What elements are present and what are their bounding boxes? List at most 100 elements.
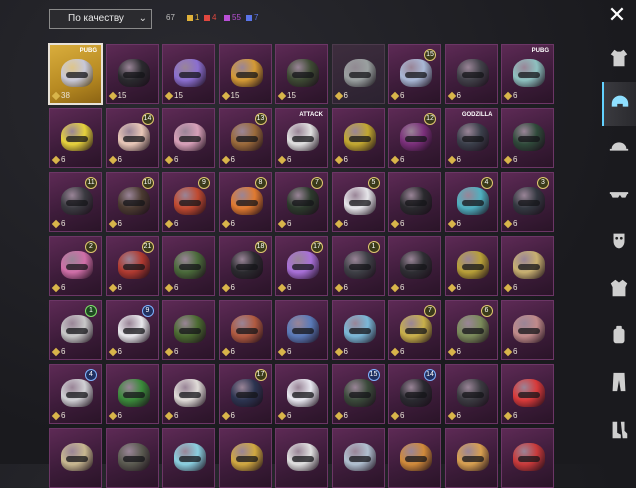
- helmet-item[interactable]: 46: [444, 172, 498, 232]
- helmet-item[interactable]: 6: [105, 364, 159, 424]
- gem-icon: [164, 283, 174, 292]
- item-level: 6: [108, 411, 122, 420]
- helmet-item[interactable]: ATTACK 6: [275, 108, 328, 168]
- helmet-item[interactable]: 16: [49, 300, 102, 360]
- helmet-item[interactable]: 11 6: [49, 172, 102, 232]
- helmet-item[interactable]: 15 6: [388, 44, 441, 104]
- helmet-item[interactable]: [444, 428, 498, 488]
- helmet-item[interactable]: 21 6: [105, 236, 159, 296]
- helmet-item[interactable]: [501, 428, 554, 488]
- helmet-item[interactable]: 6: [388, 172, 441, 232]
- helmet-item[interactable]: 26: [49, 236, 102, 296]
- category-tab[interactable]: [602, 127, 636, 171]
- helmet-item[interactable]: 15: [275, 44, 328, 104]
- helmet-item[interactable]: 16: [331, 236, 385, 296]
- helmet-icon: [230, 59, 263, 87]
- helmet-item[interactable]: [331, 428, 385, 488]
- helmet-icon: [343, 443, 376, 471]
- helmet-item[interactable]: 6: [501, 108, 554, 168]
- set-number-badge: 9: [198, 177, 210, 189]
- helmet-item[interactable]: 6: [444, 364, 498, 424]
- helmet-item[interactable]: 6: [501, 300, 554, 360]
- helmet-item[interactable]: GODZILLA 6: [444, 108, 498, 168]
- helmet-item[interactable]: 6: [331, 44, 385, 104]
- category-tab[interactable]: [602, 315, 636, 359]
- item-level-value: 6: [456, 91, 461, 100]
- item-level-value: 6: [61, 219, 66, 228]
- rarity-stat: 7: [246, 13, 258, 22]
- category-tab[interactable]: [602, 268, 636, 312]
- helmet-item[interactable]: 86: [218, 172, 272, 232]
- helmet-item[interactable]: 6: [162, 364, 215, 424]
- helmet-icon: [400, 251, 432, 279]
- helmet-item[interactable]: 6: [275, 364, 328, 424]
- helmet-item[interactable]: 96: [105, 300, 159, 360]
- set-number-badge: 15: [367, 369, 380, 381]
- set-number-badge: 1: [85, 305, 97, 317]
- category-tab[interactable]: [602, 362, 636, 406]
- helmet-item[interactable]: 6: [331, 108, 385, 168]
- helmet-item[interactable]: 6: [162, 236, 215, 296]
- helmet-item[interactable]: 6: [331, 300, 385, 360]
- helmet-item[interactable]: [388, 428, 441, 488]
- helmet-item[interactable]: [218, 428, 272, 488]
- helmet-item[interactable]: 46: [49, 364, 102, 424]
- category-tab[interactable]: [602, 221, 636, 265]
- set-number-badge: 6: [480, 305, 493, 317]
- helmet-item[interactable]: 6: [388, 236, 441, 296]
- helmet-item[interactable]: 6: [162, 108, 215, 168]
- helmet-item[interactable]: 6: [501, 236, 554, 296]
- helmet-item[interactable]: 17 6: [218, 364, 272, 424]
- helmet-icon: [343, 379, 376, 407]
- category-tab[interactable]: [602, 174, 636, 218]
- item-level: 6: [51, 155, 65, 164]
- helmet-item[interactable]: 6: [444, 44, 498, 104]
- helmet-item[interactable]: 96: [162, 172, 215, 232]
- gem-icon: [108, 283, 117, 292]
- helmet-item[interactable]: 6: [49, 108, 102, 168]
- helmet-item[interactable]: [49, 428, 102, 488]
- helmet-item[interactable]: 15 6: [331, 364, 385, 424]
- helmet-item[interactable]: 56: [331, 172, 385, 232]
- helmet-item[interactable]: 15: [162, 44, 215, 104]
- item-level: 15: [108, 91, 126, 100]
- helmet-item[interactable]: 12 6: [388, 108, 441, 168]
- helmet-item[interactable]: 15: [218, 44, 272, 104]
- helmet-item[interactable]: 10 6: [105, 172, 159, 232]
- helmet-item[interactable]: [162, 428, 215, 488]
- item-level-value: 6: [400, 219, 405, 228]
- helmet-icon: [117, 59, 150, 87]
- item-level-value: 15: [174, 91, 183, 100]
- gem-icon: [277, 91, 287, 100]
- helmet-item[interactable]: 66: [444, 300, 498, 360]
- gem-icon: [503, 155, 513, 164]
- item-level-value: 38: [61, 91, 70, 100]
- helmet-item[interactable]: 76: [388, 300, 441, 360]
- item-level-value: 6: [343, 91, 348, 100]
- helmet-item[interactable]: 76: [275, 172, 328, 232]
- category-tab[interactable]: [602, 82, 636, 126]
- helmet-item[interactable]: 6: [162, 300, 215, 360]
- sort-dropdown[interactable]: По качеству ⌄: [49, 9, 152, 29]
- item-level: 6: [447, 283, 461, 292]
- helmet-item[interactable]: 13 6: [218, 108, 272, 168]
- helmet-item[interactable]: PUBG 38: [48, 43, 103, 105]
- helmet-item[interactable]: 6: [275, 300, 328, 360]
- helmet-item[interactable]: 17 6: [275, 236, 328, 296]
- item-level-value: 6: [343, 155, 348, 164]
- helmet-item[interactable]: 15: [105, 44, 159, 104]
- close-icon[interactable]: ✕: [606, 4, 628, 27]
- helmet-item[interactable]: [105, 428, 159, 488]
- category-tab[interactable]: [602, 38, 636, 82]
- helmet-item[interactable]: 6: [218, 300, 272, 360]
- helmet-item[interactable]: 14 6: [105, 108, 159, 168]
- helmet-item[interactable]: 36: [501, 172, 554, 232]
- helmet-item[interactable]: [275, 428, 328, 488]
- helmet-item[interactable]: 6: [501, 364, 554, 424]
- category-tab[interactable]: [602, 410, 636, 454]
- helmet-item[interactable]: PUBG 6: [501, 44, 554, 104]
- helmet-item[interactable]: 6: [444, 236, 498, 296]
- helmet-icon: [400, 187, 432, 215]
- helmet-item[interactable]: 14 6: [388, 364, 441, 424]
- helmet-item[interactable]: 18 6: [218, 236, 272, 296]
